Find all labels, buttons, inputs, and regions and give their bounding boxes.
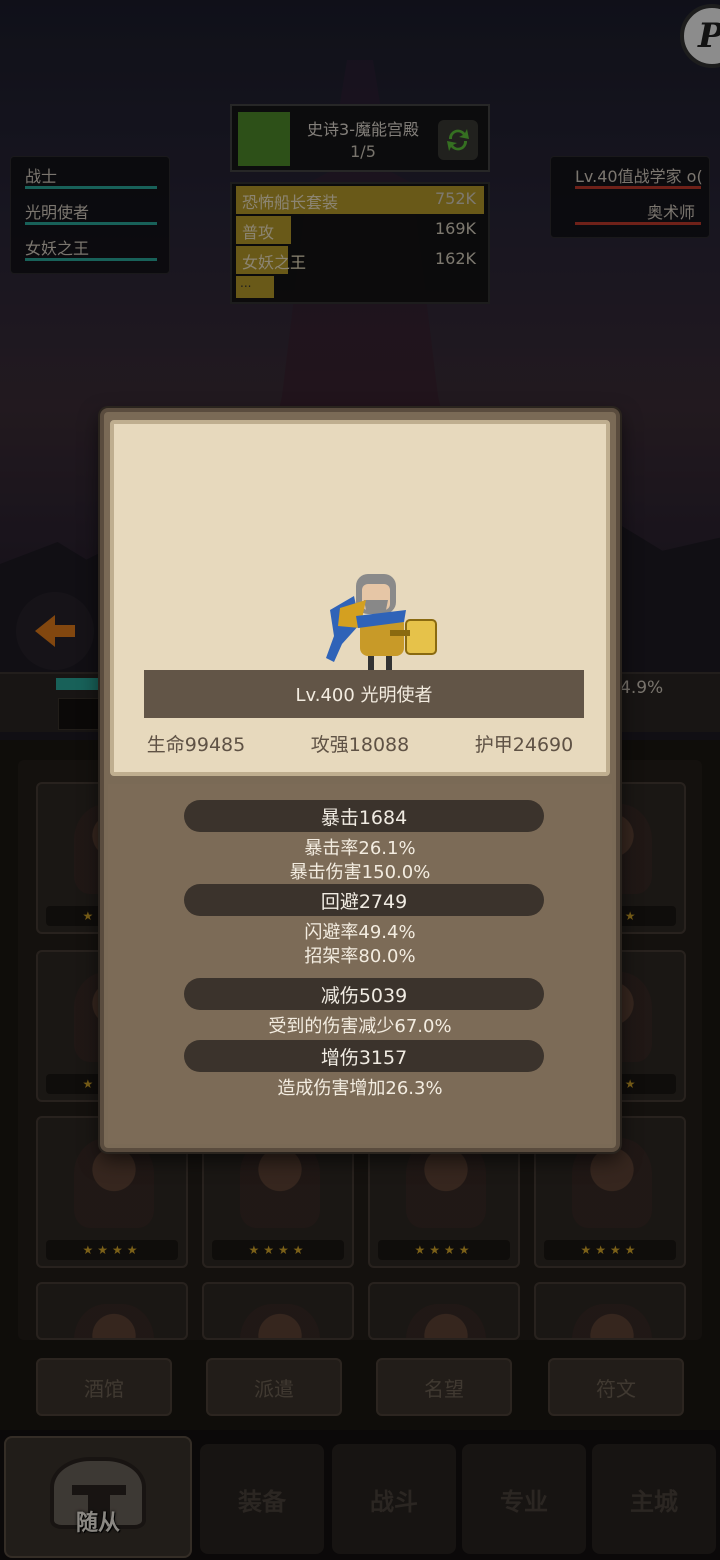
crit-rate: 暴击率26.1% <box>304 838 416 859</box>
stat-armor: 护甲24690 <box>474 734 574 756</box>
base-stats: 生命99485 攻强18088 护甲24690 <box>114 730 606 760</box>
hero-detail-modal: Lv.400 光明使者 生命99485 攻强18088 护甲24690 暴击16… <box>100 408 620 1152</box>
damage-increase: 造成伤害增加26.3% <box>277 1078 443 1099</box>
hero-header-parchment: Lv.400 光明使者 生命99485 攻强18088 护甲24690 <box>110 420 610 776</box>
dodge-rate: 闪避率49.4% <box>304 922 416 943</box>
hero-secondary-stats: 暴击1684 暴击率26.1% 暴击伤害150.0% 回避2749 闪避率49.… <box>108 784 612 1144</box>
hero-name: Lv.400 光明使者 <box>144 670 584 718</box>
hero-portrait <box>326 574 437 672</box>
dodge-pill: 回避2749 <box>184 884 544 916</box>
parry-rate: 招架率80.0% <box>304 946 416 967</box>
crit-pill: 暴击1684 <box>184 800 544 832</box>
crit-damage: 暴击伤害150.0% <box>289 862 431 883</box>
stat-attack: 攻强18088 <box>310 734 410 756</box>
boost-pill: 增伤3157 <box>184 1040 544 1072</box>
damage-reduction: 受到的伤害减少67.0% <box>268 1016 452 1037</box>
reduce-pill: 减伤5039 <box>184 978 544 1010</box>
stat-hp: 生命99485 <box>146 734 246 756</box>
